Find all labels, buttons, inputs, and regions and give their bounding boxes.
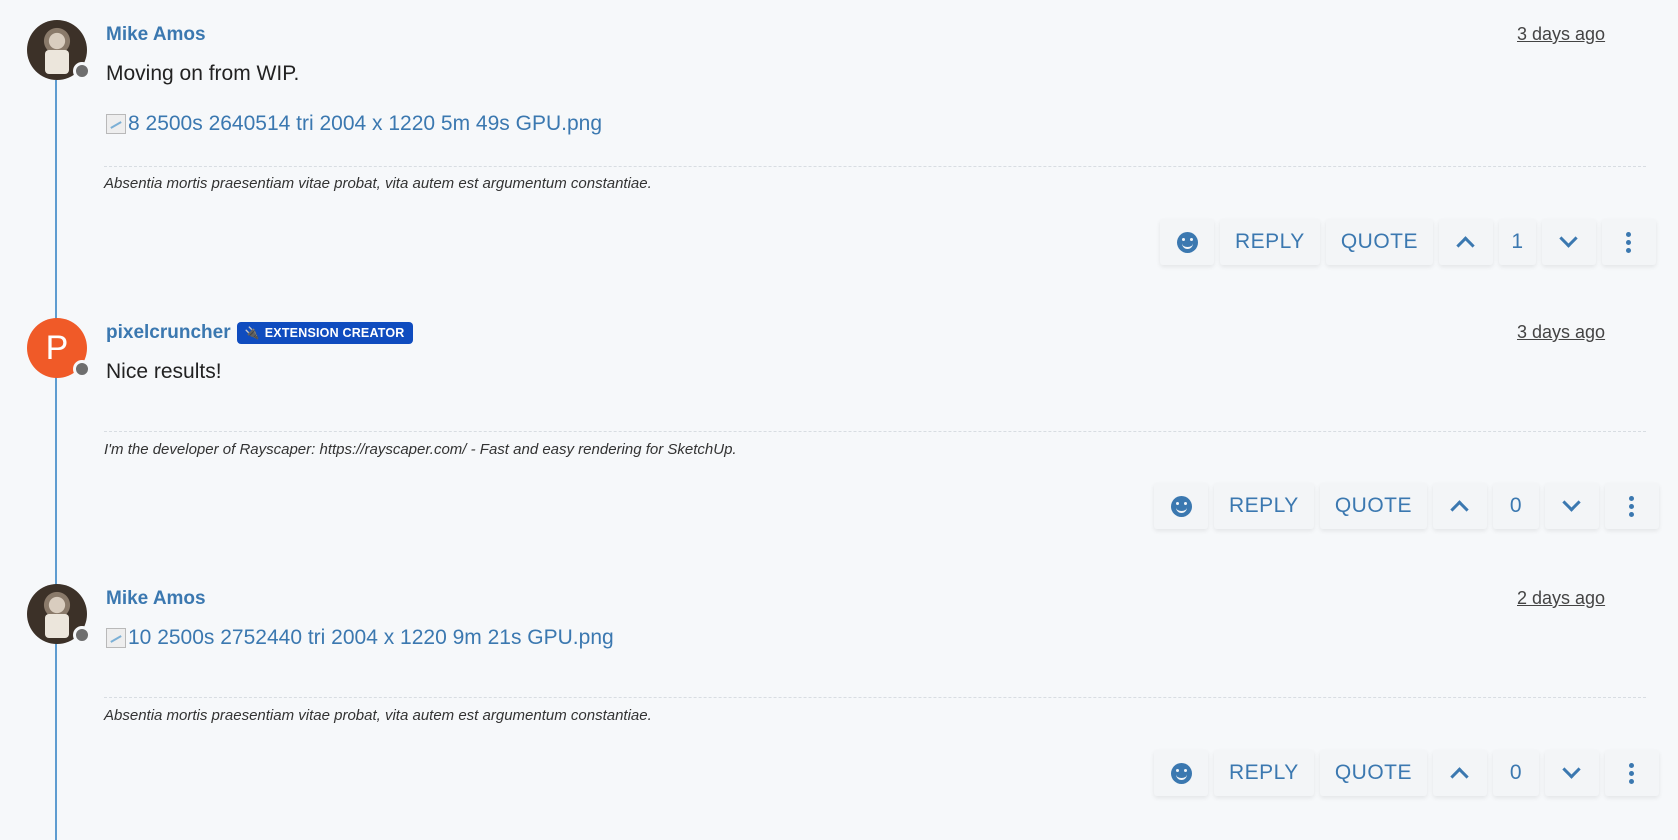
vote-count: 0 — [1492, 483, 1539, 529]
reply-button[interactable]: REPLY — [1214, 750, 1314, 796]
more-options-button[interactable] — [1604, 750, 1659, 796]
reaction-button[interactable] — [1154, 750, 1208, 796]
author-name[interactable]: pixelcruncher — [106, 322, 231, 344]
vote-count: 0 — [1492, 750, 1539, 796]
post: Mike Amos 2 days ago 10 2500s 2752440 tr… — [0, 584, 1678, 828]
image-attachment-link[interactable]: 10 2500s 2752440 tri 2004 x 1220 9m 21s … — [106, 626, 614, 650]
chevron-up-icon — [1450, 767, 1470, 786]
post-time[interactable]: 3 days ago — [1517, 322, 1605, 343]
signature: Absentia mortis praesentiam vitae probat… — [104, 175, 652, 192]
reply-button[interactable]: REPLY — [1220, 219, 1320, 265]
broken-image-icon — [106, 628, 126, 648]
signature-divider — [104, 431, 1646, 432]
reaction-button[interactable] — [1154, 483, 1208, 529]
chevron-down-icon — [1562, 493, 1582, 512]
post-actions: REPLY QUOTE 0 — [1154, 750, 1659, 796]
signature-divider — [104, 697, 1646, 698]
signature-divider — [104, 166, 1646, 167]
post-actions: REPLY QUOTE 1 — [1160, 219, 1656, 265]
offline-status-dot — [73, 62, 91, 80]
offline-status-dot — [73, 626, 91, 644]
chevron-up-icon — [1450, 500, 1470, 519]
downvote-button[interactable] — [1544, 483, 1599, 529]
chevron-down-icon — [1559, 229, 1579, 248]
badge-label: EXTENSION CREATOR — [264, 326, 405, 340]
image-alt-text: 8 2500s 2640514 tri 2004 x 1220 5m 49s G… — [128, 112, 602, 135]
smiley-icon — [1176, 231, 1198, 253]
signature: Absentia mortis praesentiam vitae probat… — [104, 707, 652, 724]
post-header: pixelcruncher 🔌 EXTENSION CREATOR — [106, 322, 413, 344]
plug-icon: 🔌 — [244, 326, 260, 340]
offline-status-dot — [73, 360, 91, 378]
more-options-button[interactable] — [1604, 483, 1659, 529]
author-name[interactable]: Mike Amos — [106, 24, 206, 46]
post-actions: REPLY QUOTE 0 — [1154, 483, 1659, 529]
downvote-button[interactable] — [1544, 750, 1599, 796]
post-time[interactable]: 2 days ago — [1517, 588, 1605, 609]
image-attachment-link[interactable]: 8 2500s 2640514 tri 2004 x 1220 5m 49s G… — [106, 112, 602, 136]
post-time[interactable]: 3 days ago — [1517, 24, 1605, 45]
upvote-button[interactable] — [1432, 750, 1487, 796]
signature: I'm the developer of Rayscaper: https://… — [104, 441, 737, 458]
quote-button[interactable]: QUOTE — [1325, 219, 1433, 265]
upvote-button[interactable] — [1432, 483, 1487, 529]
post: Mike Amos 3 days ago Moving on from WIP.… — [0, 20, 1678, 270]
quote-button[interactable]: QUOTE — [1319, 750, 1427, 796]
broken-image-icon — [106, 114, 126, 134]
more-vertical-icon — [1629, 495, 1635, 517]
quote-button[interactable]: QUOTE — [1319, 483, 1427, 529]
upvote-button[interactable] — [1438, 219, 1493, 265]
chevron-down-icon — [1562, 760, 1582, 779]
reaction-button[interactable] — [1160, 219, 1214, 265]
post-content: Moving on from WIP. — [106, 62, 300, 85]
more-options-button[interactable] — [1601, 219, 1656, 265]
smiley-icon — [1170, 762, 1192, 784]
downvote-button[interactable] — [1541, 219, 1596, 265]
user-badge: 🔌 EXTENSION CREATOR — [236, 322, 413, 344]
reply-button[interactable]: REPLY — [1214, 483, 1314, 529]
more-vertical-icon — [1626, 231, 1632, 253]
vote-count: 1 — [1498, 219, 1536, 265]
post-header: Mike Amos — [106, 588, 206, 610]
more-vertical-icon — [1629, 762, 1635, 784]
smiley-icon — [1170, 495, 1192, 517]
image-alt-text: 10 2500s 2752440 tri 2004 x 1220 9m 21s … — [128, 626, 614, 649]
post-content: Nice results! — [106, 360, 222, 383]
post: P pixelcruncher 🔌 EXTENSION CREATOR 3 da… — [0, 318, 1678, 548]
chevron-up-icon — [1456, 236, 1476, 255]
author-name[interactable]: Mike Amos — [106, 588, 206, 610]
post-header: Mike Amos — [106, 24, 206, 46]
